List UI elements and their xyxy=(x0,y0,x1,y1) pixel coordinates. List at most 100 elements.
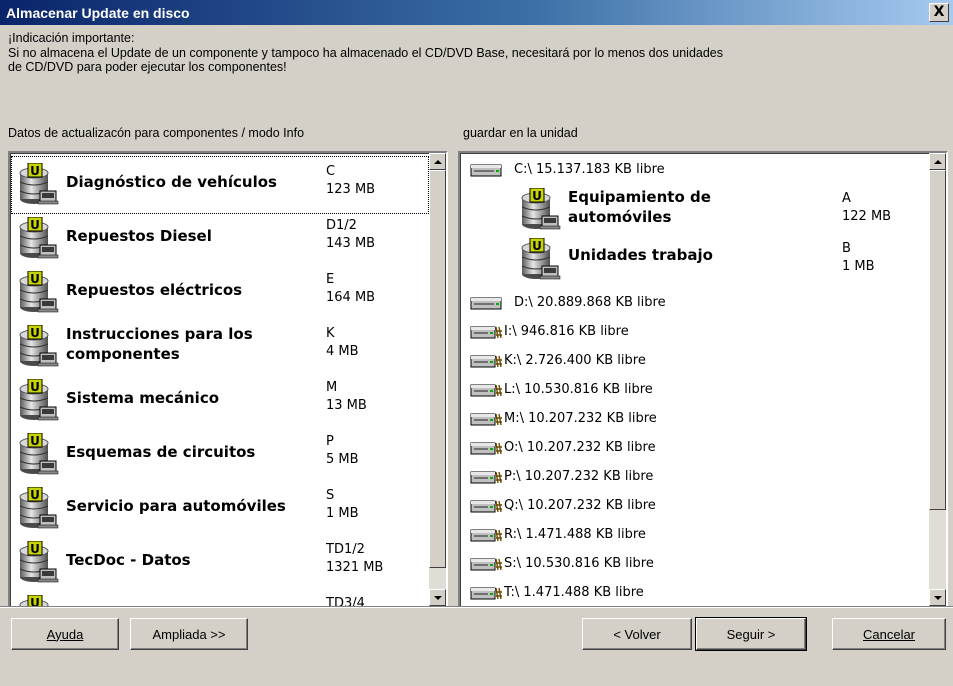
drive-free-space: L:\ 10.530.816 KB libre xyxy=(504,382,653,397)
window-title: Almacenar Update en disco xyxy=(6,4,190,21)
database-update-icon xyxy=(520,188,562,230)
extended-button[interactable]: Ampliada >> xyxy=(130,618,248,650)
help-button[interactable]: Ayuda xyxy=(11,618,119,650)
components-list[interactable]: Diagnóstico de vehículos C 123 MB Repuestos… xyxy=(8,151,448,608)
component-size: 13 MB xyxy=(326,398,367,413)
component-item[interactable]: Sistema mecánico M 13 MB xyxy=(12,373,428,429)
scroll-thumb[interactable] xyxy=(929,170,946,510)
drive-free-space: K:\ 2.726.400 KB libre xyxy=(504,353,646,368)
component-size: 1 MB xyxy=(326,506,359,521)
cancel-button[interactable]: Cancelar xyxy=(832,618,946,650)
scroll-down-button[interactable] xyxy=(429,589,446,606)
database-update-icon xyxy=(18,433,60,475)
component-name: componentes xyxy=(66,345,180,363)
network-drive-icon xyxy=(470,412,504,426)
component-drive: S xyxy=(326,488,335,503)
component-size: 164 MB xyxy=(326,290,376,305)
component-name: Servicio para automóviles xyxy=(66,497,286,515)
network-drive-item[interactable]: K:\ 2.726.400 KB libre xyxy=(464,350,904,372)
drive-free-space: O:\ 10.207.232 KB libre xyxy=(504,440,656,455)
component-name: Unidades trabajo xyxy=(568,246,713,264)
database-update-icon xyxy=(18,163,60,205)
network-drive-icon xyxy=(470,528,504,542)
notice-line: de CD/DVD para poder ejecutar los compon… xyxy=(8,60,287,74)
drive-item[interactable]: C:\ 15.137.183 KB libre xyxy=(464,159,904,181)
notice-heading: ¡Indicación importante: xyxy=(8,31,135,45)
network-drive-item[interactable]: M:\ 10.207.232 KB libre xyxy=(464,408,904,430)
component-name: Sistema mecánico xyxy=(66,389,220,407)
component-item[interactable]: Esquemas de circuitos P 5 MB xyxy=(12,427,428,483)
component-size: 1321 MB xyxy=(326,560,384,575)
network-drive-item[interactable]: R:\ 1.471.488 KB libre xyxy=(464,524,904,546)
component-item[interactable]: Instrucciones para los componentes K 4 MB xyxy=(12,319,428,375)
drive-free-space: P:\ 10.207.232 KB libre xyxy=(504,469,654,484)
network-drive-item[interactable]: S:\ 10.530.816 KB libre xyxy=(464,553,904,575)
database-update-icon xyxy=(18,487,60,529)
drive-tree[interactable]: C:\ 15.137.183 KB libre Equipamiento de au… xyxy=(458,151,948,608)
component-size: 4 MB xyxy=(326,344,359,359)
component-item[interactable]: Repuestos eléctricos E 164 MB xyxy=(12,265,428,321)
scroll-up-button[interactable] xyxy=(429,153,446,170)
component-item[interactable]: TecDoc - Datos TD1/2 1321 MB xyxy=(12,535,428,591)
extended-button-label: Ampliada >> xyxy=(152,626,226,642)
database-update-icon xyxy=(18,541,60,583)
drive-free-space: I:\ 946.816 KB libre xyxy=(504,324,629,339)
hard-drive-icon xyxy=(470,296,504,310)
component-size: 1 MB xyxy=(842,259,875,274)
network-drive-item[interactable]: I:\ 946.816 KB libre xyxy=(464,321,904,343)
database-update-icon xyxy=(18,271,60,313)
component-size: 123 MB xyxy=(326,182,376,197)
component-size: 143 MB xyxy=(326,236,376,251)
assigned-component-item[interactable]: Unidades trabajo B 1 MB xyxy=(516,236,896,292)
component-drive: B xyxy=(842,241,851,256)
network-drive-item[interactable]: L:\ 10.530.816 KB libre xyxy=(464,379,904,401)
drive-item[interactable]: D:\ 20.889.868 KB libre xyxy=(464,292,904,314)
network-drive-item[interactable]: Q:\ 10.207.232 KB libre xyxy=(464,495,904,517)
network-drive-item[interactable]: T:\ 1.471.488 KB libre xyxy=(464,582,904,604)
component-drive: A xyxy=(842,191,851,206)
drive-free-space: R:\ 1.471.488 KB libre xyxy=(504,527,646,542)
arrow-up-icon xyxy=(933,159,942,164)
component-item[interactable]: Repuestos Diesel D1/2 143 MB xyxy=(12,211,428,267)
drive-free-space: C:\ 15.137.183 KB libre xyxy=(514,162,665,177)
network-drive-icon xyxy=(470,557,504,571)
drive-free-space: M:\ 10.207.232 KB libre xyxy=(504,411,657,426)
network-drive-icon xyxy=(470,325,504,339)
scroll-thumb[interactable] xyxy=(429,170,446,568)
drives-scrollbar[interactable] xyxy=(929,153,946,606)
arrow-down-icon xyxy=(933,595,942,600)
component-drive: C xyxy=(326,164,336,179)
component-drive: P xyxy=(326,434,334,449)
component-drive: TD1/2 xyxy=(326,542,365,557)
component-drive: K xyxy=(326,326,335,341)
divider xyxy=(0,606,953,608)
component-item[interactable]: Diagnóstico de vehículos C 123 MB xyxy=(11,156,429,214)
component-item[interactable]: Servicio para automóviles S 1 MB xyxy=(12,481,428,537)
drive-free-space: T:\ 1.471.488 KB libre xyxy=(504,585,644,600)
component-size: 5 MB xyxy=(326,452,359,467)
database-update-icon xyxy=(520,238,562,280)
assigned-component-item[interactable]: Equipamiento de automóviles A 122 MB xyxy=(516,186,896,242)
component-name: TecDoc - Datos xyxy=(66,551,191,569)
network-drive-icon xyxy=(470,383,504,397)
network-drive-icon xyxy=(470,354,504,368)
components-scrollbar[interactable] xyxy=(429,153,446,606)
network-drive-item[interactable]: O:\ 10.207.232 KB libre xyxy=(464,437,904,459)
network-drive-item[interactable]: P:\ 10.207.232 KB libre xyxy=(464,466,904,488)
database-update-icon xyxy=(18,217,60,259)
drive-free-space: Q:\ 10.207.232 KB libre xyxy=(504,498,656,513)
close-button[interactable]: X xyxy=(929,3,949,22)
arrow-down-icon xyxy=(433,595,442,600)
drive-free-space: D:\ 20.889.868 KB libre xyxy=(514,295,666,310)
next-button[interactable]: Seguir > xyxy=(695,617,807,651)
scroll-up-button[interactable] xyxy=(929,153,946,170)
network-drive-icon xyxy=(470,499,504,513)
component-name: Repuestos Diesel xyxy=(66,227,212,245)
network-drive-icon xyxy=(470,470,504,484)
scroll-down-button[interactable] xyxy=(929,589,946,606)
back-button[interactable]: < Volver xyxy=(582,618,692,650)
component-name: Esquemas de circuitos xyxy=(66,443,256,461)
component-name: Repuestos eléctricos xyxy=(66,281,243,299)
database-update-icon xyxy=(18,379,60,421)
drive-free-space: S:\ 10.530.816 KB libre xyxy=(504,556,654,571)
